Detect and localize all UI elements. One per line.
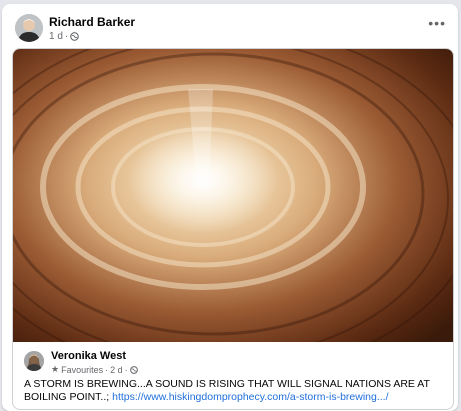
post-meta: 1 d · [49,31,80,42]
author-name[interactable]: Richard Barker [49,15,135,29]
audience-label: Favourites [61,364,104,375]
post-time[interactable]: 1 d [49,31,63,42]
shared-author-avatar[interactable] [24,351,44,371]
meta-separator: · [105,364,109,375]
shared-post[interactable]: Veronika West ★ Favourites · 2 d · A STO… [12,48,454,410]
avatar-image [15,14,43,42]
globe-icon [129,365,138,374]
meta-separator: · [64,31,69,42]
globe-icon [70,32,80,41]
storm-photo[interactable] [13,49,453,342]
shared-post-text: A STORM IS BREWING...A SOUND IS RISING T… [24,378,449,404]
shared-author-name[interactable]: Veronika West [51,350,126,362]
shared-post-header: Veronika West ★ Favourites · 2 d · A STO… [13,343,453,409]
author-avatar[interactable] [15,14,43,42]
post-card: Richard Barker 1 d · ••• Veronika West ★… [2,4,458,411]
more-horizontal-icon[interactable]: ••• [428,16,446,30]
meta-separator: · [124,364,128,375]
shared-avatar-image [24,351,44,371]
shared-post-meta: ★ Favourites · 2 d · [51,364,138,375]
post-header: Richard Barker 1 d · ••• [2,4,458,48]
shared-post-time[interactable]: 2 d [110,365,123,375]
star-icon: ★ [51,364,60,374]
article-link[interactable]: https://www.hiskingdomprophecy.com/a-sto… [112,391,388,403]
